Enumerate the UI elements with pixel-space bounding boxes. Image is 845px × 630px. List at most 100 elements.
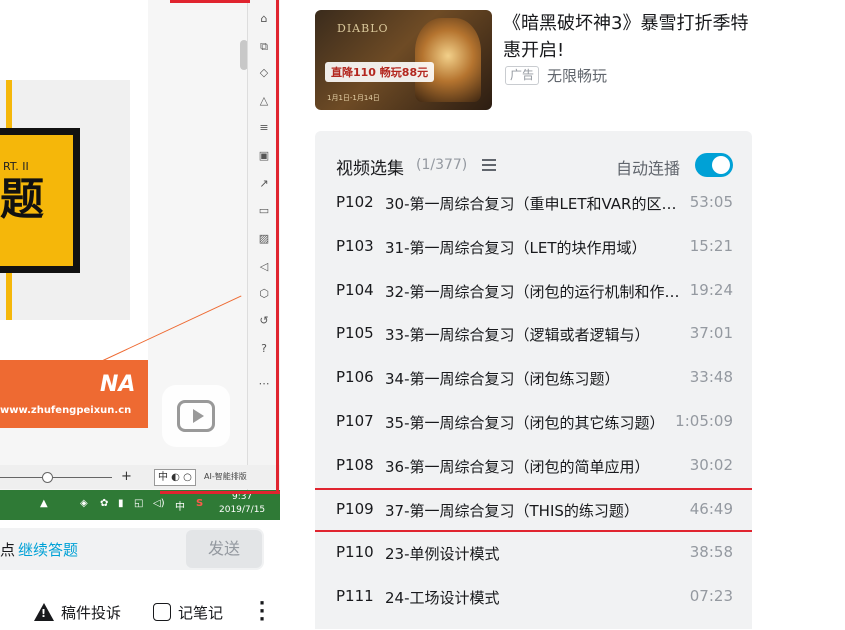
episode-duration: 33:48 bbox=[689, 368, 733, 386]
layers-icon[interactable]: △ bbox=[257, 94, 271, 108]
zoom-bar: + 中 ◐ ○ AI-智能排版 bbox=[0, 465, 280, 489]
more-options-icon[interactable]: · · · bbox=[258, 595, 266, 629]
episode-title: 35-第一周综合复习（闭包的其它练习题） bbox=[385, 414, 665, 432]
playlist-count: (1/377) bbox=[416, 157, 468, 173]
ad-card[interactable]: DIABLO 直降110 畅玩88元 1月1日-1月14日 《暗黑破坏神3》暴雪… bbox=[315, 10, 755, 110]
ime-indicator[interactable]: 中 ◐ ○ bbox=[154, 469, 196, 486]
tray-app-icon[interactable]: ✿ bbox=[100, 498, 108, 509]
episode-item[interactable]: P107 35-第一周综合复习（闭包的其它练习题） 1:05:09 bbox=[315, 402, 752, 442]
episode-index: P109 bbox=[336, 500, 374, 518]
episode-title: 31-第一周综合复习（LET的块作用域） bbox=[385, 239, 647, 257]
highlight-frame bbox=[160, 491, 280, 494]
zoom-slider-track[interactable] bbox=[0, 477, 112, 478]
slide-part-label: RT. II bbox=[3, 160, 29, 173]
episode-index: P102 bbox=[336, 193, 374, 211]
ai-layout-label[interactable]: AI-智能排版 bbox=[204, 471, 247, 482]
brand-logo: NA bbox=[100, 372, 136, 397]
episode-title: 30-第一周综合复习（重申LET和VAR的区别） bbox=[385, 195, 685, 213]
promo-dates: 1月1日-1月14日 bbox=[327, 94, 380, 102]
shield-icon[interactable]: ⬡ bbox=[257, 287, 271, 301]
episode-duration: 1:05:09 bbox=[675, 412, 733, 430]
notes-button[interactable]: 记笔记 bbox=[153, 602, 223, 623]
video-player[interactable]: RT. II 题 NA www.zhufengpeixun.cn ⌂ ⧉ ◇ △… bbox=[0, 0, 280, 520]
history-icon[interactable]: ↺ bbox=[257, 314, 271, 328]
episode-playlist: 视频选集 (1/377) 自动连播 P102 30-第一周综合复习（重申LET和V… bbox=[315, 131, 752, 629]
episode-index: P105 bbox=[336, 324, 374, 342]
tray-app-icon[interactable]: ◈ bbox=[80, 498, 88, 509]
episode-duration: 37:01 bbox=[689, 324, 733, 342]
episode-duration: 46:49 bbox=[689, 500, 733, 518]
tray-network-icon[interactable]: ◱ bbox=[134, 498, 143, 509]
episode-title: 34-第一周综合复习（闭包练习题） bbox=[385, 370, 620, 388]
tray-sogou-icon[interactable]: S bbox=[196, 498, 203, 509]
promo-price-label: 直降110 畅玩88元 bbox=[325, 62, 435, 82]
slide-title-text: 题 bbox=[0, 174, 44, 225]
image-edit-icon[interactable]: ▣ bbox=[257, 149, 271, 163]
share-icon[interactable]: ↗ bbox=[257, 177, 271, 191]
list-view-icon[interactable] bbox=[482, 159, 496, 171]
episode-title: 24-工场设计模式 bbox=[385, 589, 500, 607]
episode-duration: 30:02 bbox=[689, 456, 733, 474]
ad-source[interactable]: 无限畅玩 bbox=[547, 65, 607, 86]
episode-index: P111 bbox=[336, 587, 374, 605]
episode-index: P108 bbox=[336, 456, 374, 474]
warning-icon bbox=[34, 603, 54, 621]
clock-date: 2019/7/15 bbox=[219, 505, 266, 515]
zoom-in-icon[interactable]: + bbox=[121, 469, 132, 484]
playlist-title: 视频选集 bbox=[336, 159, 404, 179]
video-toolbar: 稿件投诉 记笔记 ··· bbox=[0, 595, 280, 629]
episode-title: 32-第一周综合复习（闭包的运行机制和作用） bbox=[385, 283, 685, 301]
episode-item[interactable]: P111 24-工场设计模式 07:23 bbox=[315, 577, 752, 617]
audio-icon[interactable]: ◁ bbox=[257, 260, 271, 274]
ad-thumbnail[interactable]: DIABLO 直降110 畅玩88元 1月1日-1月14日 bbox=[315, 10, 492, 110]
continue-quiz-link[interactable]: 继续答题 bbox=[18, 539, 78, 560]
episode-index: P104 bbox=[336, 281, 374, 299]
tray-volume-icon[interactable]: ◁) bbox=[153, 498, 165, 509]
copy-icon[interactable]: ⧉ bbox=[257, 40, 271, 54]
comment-prefix: 点 bbox=[0, 541, 16, 559]
episode-duration: 15:21 bbox=[689, 237, 733, 255]
tray-ime-label[interactable]: 中 bbox=[175, 498, 185, 513]
autoplay-label: 自动连播 bbox=[616, 159, 681, 178]
highlight-frame bbox=[170, 0, 250, 3]
episode-item[interactable]: P110 23-单例设计模式 38:58 bbox=[315, 533, 752, 573]
episode-duration: 53:05 bbox=[689, 193, 733, 211]
ad-title[interactable]: 《暗黑破坏神3》暴雪打折季特惠开启! bbox=[503, 10, 755, 64]
episode-item[interactable]: P103 31-第一周综合复习（LET的块作用域） 15:21 bbox=[315, 227, 752, 267]
episode-title: 23-单例设计模式 bbox=[385, 545, 500, 563]
send-button[interactable]: 发送 bbox=[186, 530, 262, 568]
zoom-slider-handle[interactable] bbox=[42, 472, 53, 483]
report-button[interactable]: 稿件投诉 bbox=[34, 602, 121, 623]
windows-taskbar: ▲ ◈ ✿ ▮ ◱ ◁) 中 S 9:37 2019/7/15 bbox=[0, 490, 280, 520]
episode-item[interactable]: P106 34-第一周综合复习（闭包练习题） 33:48 bbox=[315, 358, 752, 398]
episode-title: 36-第一周综合复习（闭包的简单应用） bbox=[385, 458, 650, 476]
game-artwork bbox=[415, 18, 481, 102]
episode-item[interactable]: P109 37-第一周综合复习（THIS的练习题） 46:49 bbox=[315, 488, 752, 532]
episode-index: P106 bbox=[336, 368, 374, 386]
episode-duration: 19:24 bbox=[689, 281, 733, 299]
help-icon[interactable]: ? bbox=[257, 342, 271, 356]
bilibili-tv-icon[interactable] bbox=[162, 385, 230, 447]
episode-title: 37-第一周综合复习（THIS的练习题） bbox=[385, 502, 639, 520]
comment-input-bar[interactable]: 点 继续答题 发送 bbox=[0, 528, 264, 570]
settings-sliders-icon[interactable]: ≡ bbox=[257, 121, 271, 135]
episode-item[interactable]: P105 33-第一周综合复习（逻辑或者逻辑与） 37:01 bbox=[315, 314, 752, 354]
episode-duration: 38:58 bbox=[689, 543, 733, 561]
more-icon[interactable]: ⋯ bbox=[257, 377, 271, 391]
episode-item[interactable]: P104 32-第一周综合复习（闭包的运行机制和作用） 19:24 bbox=[315, 271, 752, 311]
archive-icon[interactable]: ▭ bbox=[257, 204, 271, 218]
shapes-icon[interactable]: ◇ bbox=[257, 66, 271, 80]
episode-index: P103 bbox=[336, 237, 374, 255]
episode-index: P110 bbox=[336, 543, 374, 561]
note-icon bbox=[153, 603, 171, 621]
episode-duration: 07:23 bbox=[689, 587, 733, 605]
episode-item[interactable]: P102 30-第一周综合复习（重申LET和VAR的区别） 53:05 bbox=[315, 183, 752, 223]
autoplay-toggle[interactable] bbox=[695, 153, 733, 177]
episode-item[interactable]: P108 36-第一周综合复习（闭包的简单应用） 30:02 bbox=[315, 446, 752, 486]
pin-icon[interactable]: ⌂ bbox=[257, 12, 271, 26]
tray-battery-icon[interactable]: ▮ bbox=[118, 498, 124, 509]
notes-label: 记笔记 bbox=[178, 604, 224, 622]
slide-site-url: www.zhufengpeixun.cn bbox=[0, 405, 132, 416]
picture-icon[interactable]: ▨ bbox=[257, 232, 271, 246]
tray-arrow-icon[interactable]: ▲ bbox=[40, 498, 48, 509]
